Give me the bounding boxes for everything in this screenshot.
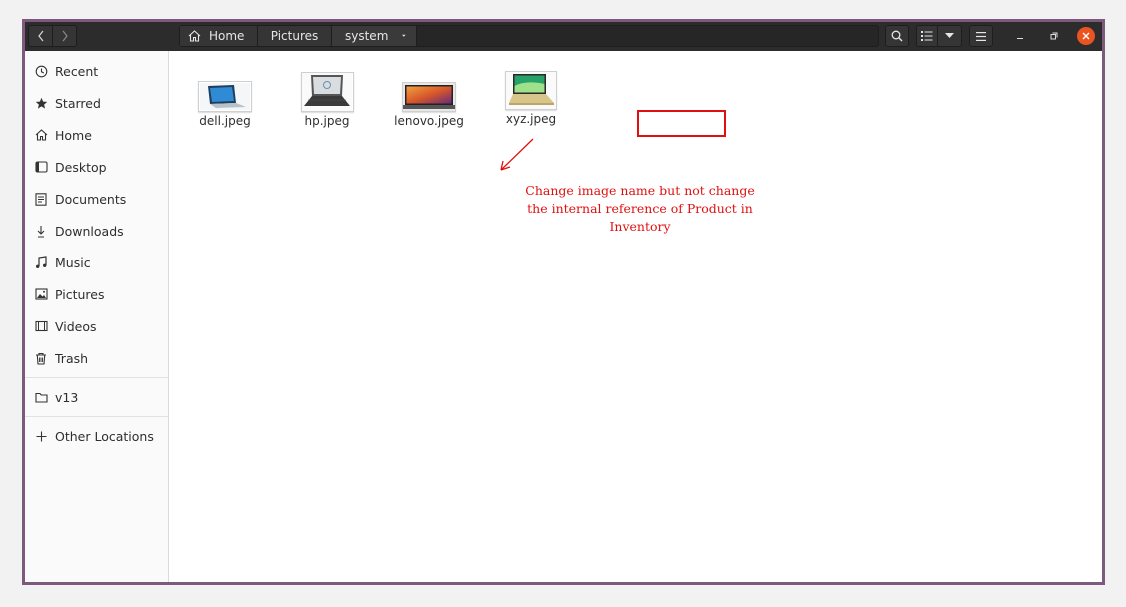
- sidebar-item-label: Downloads: [55, 223, 124, 239]
- restore-icon: [1050, 32, 1058, 40]
- hamburger-menu-icon: [976, 31, 986, 41]
- back-button[interactable]: [28, 25, 53, 47]
- sidebar-item-label: Pictures: [55, 286, 105, 302]
- sidebar-item-documents[interactable]: Documents: [25, 187, 168, 211]
- breadcrumb-home-label: Home: [209, 29, 245, 43]
- maximize-button[interactable]: [1045, 27, 1063, 45]
- trash-icon: [34, 351, 48, 365]
- header-bar: Home Pictures system: [25, 22, 1102, 51]
- home-icon: [188, 30, 201, 42]
- sidebar-item-v13[interactable]: v13: [25, 385, 168, 409]
- sidebar: Recent Starred Home Desktop Documents Do…: [25, 51, 169, 582]
- sidebar-divider: [25, 416, 168, 417]
- sidebar-item-videos[interactable]: Videos: [25, 314, 168, 338]
- annotation-note: Change image name but not change the int…: [525, 183, 755, 234]
- view-options-button[interactable]: [937, 25, 962, 47]
- download-icon: [34, 224, 48, 238]
- close-button[interactable]: [1077, 27, 1095, 45]
- breadcrumb-pictures[interactable]: Pictures: [258, 26, 332, 46]
- forward-button[interactable]: [52, 25, 77, 47]
- sidebar-item-label: v13: [55, 389, 79, 405]
- path-bar: Home Pictures system: [179, 25, 879, 47]
- sidebar-item-desktop[interactable]: Desktop: [25, 155, 168, 179]
- list-view-icon: [921, 31, 933, 41]
- sidebar-item-label: Home: [55, 127, 92, 143]
- sidebar-item-home[interactable]: Home: [25, 123, 168, 147]
- sidebar-item-label: Recent: [55, 63, 99, 79]
- plus-icon: [34, 429, 48, 443]
- breadcrumb-system[interactable]: system: [332, 26, 417, 46]
- desktop-icon: [34, 160, 48, 174]
- breadcrumb-system-label: system: [345, 29, 389, 43]
- sidebar-item-pictures[interactable]: Pictures: [25, 282, 168, 306]
- breadcrumb-pictures-label: Pictures: [270, 29, 319, 43]
- sidebar-item-music[interactable]: Music: [25, 250, 168, 274]
- picture-icon: [34, 287, 48, 301]
- folder-icon: [34, 390, 48, 404]
- sidebar-divider: [25, 377, 168, 378]
- sidebar-item-label: Documents: [55, 191, 127, 207]
- search-button[interactable]: [885, 25, 909, 47]
- sidebar-item-trash[interactable]: Trash: [25, 346, 168, 370]
- file-manager-window: Home Pictures system Recent Starred Home…: [22, 19, 1105, 585]
- sidebar-item-starred[interactable]: Starred: [25, 91, 168, 115]
- breadcrumb-home[interactable]: Home: [180, 26, 258, 46]
- chevron-right-icon: [62, 30, 68, 42]
- minimize-icon: [1017, 38, 1023, 39]
- file-view: dell.jpeg hp.jpeg lenovo.jpeg xyz.jpeg C…: [170, 51, 1102, 582]
- sidebar-item-other-locations[interactable]: Other Locations: [25, 424, 168, 448]
- sidebar-item-label: Music: [55, 254, 91, 270]
- search-icon: [891, 30, 903, 42]
- chevron-left-icon: [37, 30, 43, 42]
- sidebar-item-label: Trash: [55, 350, 89, 366]
- sidebar-item-label: Desktop: [55, 159, 107, 175]
- close-icon: [1082, 32, 1090, 40]
- music-icon: [34, 255, 48, 269]
- home-icon: [34, 128, 48, 142]
- clock-icon: [34, 64, 48, 78]
- sidebar-item-label: Other Locations: [55, 428, 154, 444]
- caret-down-icon: [402, 34, 406, 37]
- document-icon: [34, 192, 48, 206]
- sidebar-item-label: Starred: [55, 95, 101, 111]
- list-view-button[interactable]: [916, 25, 938, 47]
- video-icon: [34, 319, 48, 333]
- star-icon: [34, 96, 48, 110]
- menu-button[interactable]: [969, 25, 993, 47]
- sidebar-item-recent[interactable]: Recent: [25, 59, 168, 83]
- sidebar-item-downloads[interactable]: Downloads: [25, 219, 168, 243]
- caret-down-icon: [945, 33, 954, 38]
- sidebar-item-label: Videos: [55, 318, 97, 334]
- minimize-button[interactable]: [1011, 27, 1029, 45]
